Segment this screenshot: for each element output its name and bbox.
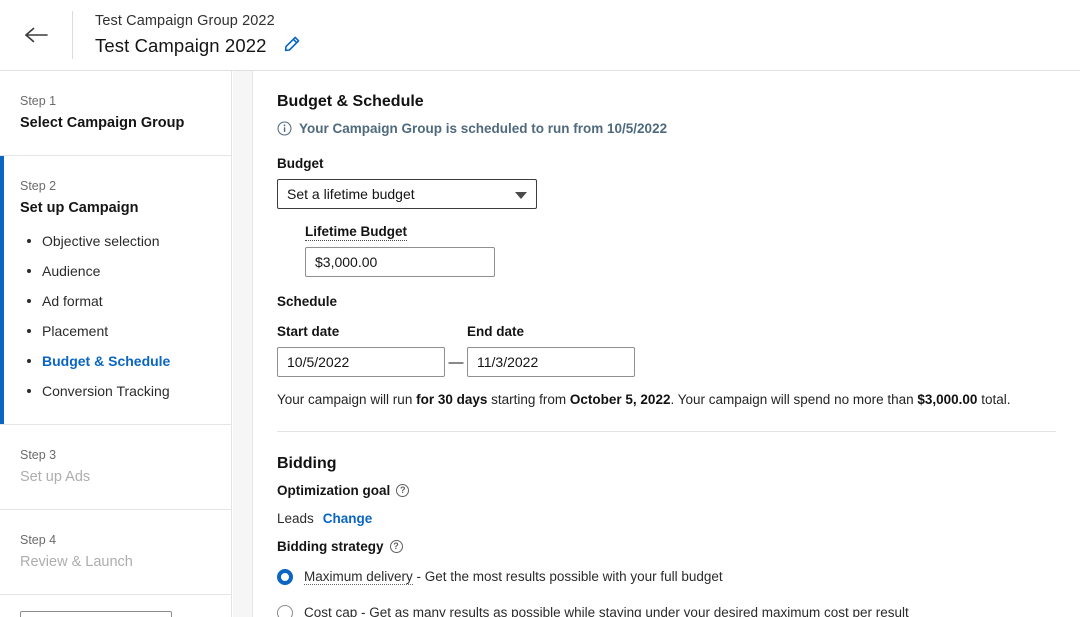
sidebar-footer-button[interactable] <box>20 611 172 617</box>
change-optimization-goal-link[interactable]: Change <box>323 509 373 528</box>
step-3-eyebrow: Step 3 <box>20 447 213 464</box>
arrow-left-icon <box>23 25 49 45</box>
back-button[interactable] <box>0 0 72 71</box>
date-range-row: Start date — End date <box>277 315 1056 377</box>
summary-total-spend: $3,000.00 <box>917 392 977 407</box>
radio-option-maximum-delivery[interactable]: Maximum delivery - Get the most results … <box>277 567 1056 586</box>
breadcrumb: Test Campaign Group 2022 Test Campaign 2… <box>95 11 301 59</box>
bidding-strategy-label-row: Bidding strategy ? <box>277 537 1056 556</box>
budget-label: Budget <box>277 155 1056 173</box>
schedule-notice-text: Your Campaign Group is scheduled to run … <box>299 119 667 138</box>
budget-group: Budget Set a lifetime budget <box>277 155 1056 209</box>
section-divider <box>277 431 1056 432</box>
option-description: - Get the most results possible with you… <box>413 569 723 584</box>
budget-schedule-panel: Budget & Schedule Your Campaign Group is… <box>254 71 1080 617</box>
optimization-goal-value: Leads <box>277 509 314 528</box>
end-date-input[interactable] <box>467 347 635 377</box>
summary-part-4: total. <box>977 392 1010 407</box>
option-name[interactable]: Cost cap <box>304 605 357 617</box>
radio-button[interactable] <box>277 605 293 617</box>
radio-label-cost-cap: Cost cap - Get as many results as possib… <box>304 603 909 617</box>
sidebar-item-budget-schedule[interactable]: Budget & Schedule <box>24 352 213 370</box>
sidebar-step-3[interactable]: Step 3 Set up Ads <box>0 425 231 510</box>
question-circle-icon[interactable]: ? <box>390 540 403 553</box>
start-date-input[interactable] <box>277 347 445 377</box>
budget-type-select-value[interactable]: Set a lifetime budget <box>277 179 537 209</box>
radio-option-cost-cap[interactable]: Cost cap - Get as many results as possib… <box>277 603 1056 617</box>
breadcrumb-parent[interactable]: Test Campaign Group 2022 <box>95 11 301 31</box>
summary-duration: for 30 days <box>416 392 487 407</box>
end-date-label: End date <box>467 323 635 341</box>
sidebar-item-audience[interactable]: Audience <box>24 262 213 280</box>
campaign-title-row: Test Campaign 2022 <box>95 33 301 59</box>
section-title: Budget & Schedule <box>277 91 1056 113</box>
page-title: Test Campaign 2022 <box>95 33 267 59</box>
date-range-separator: — <box>445 354 467 377</box>
step-2-eyebrow: Step 2 <box>20 178 213 195</box>
schedule-notice: Your Campaign Group is scheduled to run … <box>277 119 1056 138</box>
sidebar-item-ad-format[interactable]: Ad format <box>24 292 213 310</box>
step-1-title: Select Campaign Group <box>20 113 213 133</box>
bidding-title: Bidding <box>277 453 1056 475</box>
step-2-substeps: Objective selection Audience Ad format P… <box>20 232 213 400</box>
campaign-setup-page: Test Campaign Group 2022 Test Campaign 2… <box>0 0 1080 617</box>
schedule-summary: Your campaign will run for 30 days start… <box>277 390 1056 409</box>
start-date-group: Start date <box>277 315 445 377</box>
step-3-title: Set up Ads <box>20 467 213 487</box>
lifetime-budget-label[interactable]: Lifetime Budget <box>305 224 407 241</box>
start-date-label: Start date <box>277 323 445 341</box>
page-header: Test Campaign Group 2022 Test Campaign 2… <box>0 0 1080 71</box>
lifetime-budget-input[interactable] <box>305 247 495 277</box>
budget-type-select[interactable]: Set a lifetime budget <box>277 179 537 209</box>
sidebar-step-2[interactable]: Step 2 Set up Campaign Objective selecti… <box>0 156 231 425</box>
info-circle-icon <box>277 121 292 136</box>
summary-part-2: starting from <box>487 392 570 407</box>
summary-part-3: . Your campaign will spend no more than <box>670 392 917 407</box>
summary-part-1: Your campaign will run <box>277 392 416 407</box>
optimization-goal-label-row: Optimization goal ? <box>277 481 1056 500</box>
optimization-goal-label: Optimization goal <box>277 481 390 500</box>
sidebar-item-objective-selection[interactable]: Objective selection <box>24 232 213 250</box>
question-circle-icon[interactable]: ? <box>396 484 409 497</box>
radio-button-selected[interactable] <box>277 569 293 585</box>
pencil-icon <box>283 35 301 58</box>
step-4-title: Review & Launch <box>20 552 213 572</box>
sidebar-footer <box>0 595 231 617</box>
sidebar-step-1[interactable]: Step 1 Select Campaign Group <box>0 71 231 156</box>
content-scroll-track[interactable] <box>233 71 253 617</box>
radio-label-maximum-delivery: Maximum delivery - Get the most results … <box>304 567 723 586</box>
lifetime-budget-group: Lifetime Budget <box>305 223 1056 277</box>
step-2-title: Set up Campaign <box>20 198 213 218</box>
optimization-goal-value-row: Leads Change <box>277 509 1056 528</box>
summary-start-date: October 5, 2022 <box>570 392 671 407</box>
sidebar-step-4[interactable]: Step 4 Review & Launch <box>0 510 231 595</box>
option-description: - Get as many results as possible while … <box>357 605 908 617</box>
bidding-strategy-options: Maximum delivery - Get the most results … <box>277 567 1056 617</box>
option-name[interactable]: Maximum delivery <box>304 569 413 585</box>
step-4-eyebrow: Step 4 <box>20 532 213 549</box>
step-1-eyebrow: Step 1 <box>20 93 213 110</box>
schedule-group: Schedule Start date — End date Your camp… <box>277 293 1056 409</box>
sidebar-item-placement[interactable]: Placement <box>24 322 213 340</box>
sidebar-item-conversion-tracking[interactable]: Conversion Tracking <box>24 382 213 400</box>
schedule-label: Schedule <box>277 293 1056 311</box>
edit-campaign-name-button[interactable] <box>283 35 301 58</box>
bidding-strategy-label: Bidding strategy <box>277 537 384 556</box>
end-date-group: End date <box>467 315 635 377</box>
header-divider <box>72 11 73 59</box>
steps-sidebar: Step 1 Select Campaign Group Step 2 Set … <box>0 71 232 617</box>
